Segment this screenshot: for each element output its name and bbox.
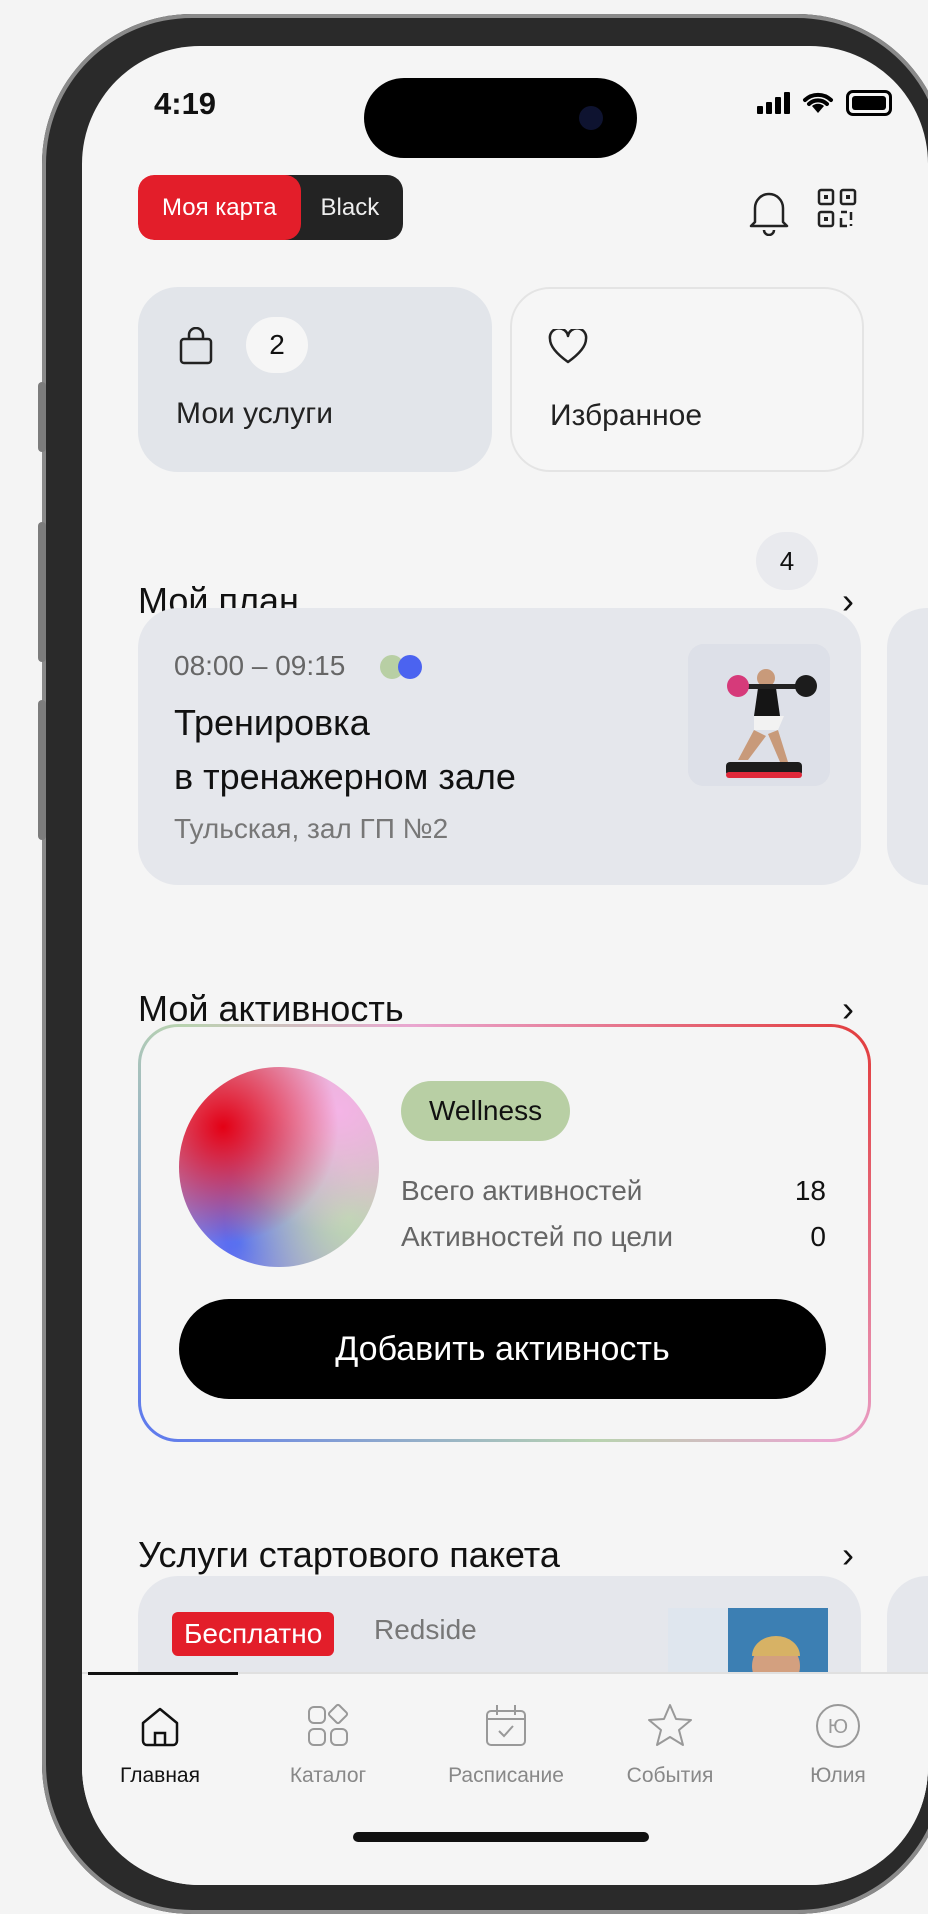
camera-icon xyxy=(579,106,603,130)
toggle-my-card[interactable]: Моя карта xyxy=(138,175,301,240)
my-services-tile[interactable]: 2 Мои услуги xyxy=(138,287,492,472)
tab-profile[interactable]: Ю Юлия xyxy=(768,1696,908,1788)
catalog-icon xyxy=(258,1696,398,1756)
favorites-label: Избранное xyxy=(550,399,703,432)
plan-location: Тульская, зал ГП №2 xyxy=(174,813,449,844)
toggle-black[interactable]: Black xyxy=(284,175,404,240)
plan-card-next[interactable] xyxy=(887,608,928,885)
shopping-bag-icon xyxy=(179,327,213,365)
battery-icon xyxy=(846,90,892,116)
starter-section-title: Услуги стартового пакета xyxy=(138,1534,560,1575)
app-screen: 4:19 Моя карта Black 2 Мои услуги Избран… xyxy=(82,46,928,1885)
tab-catalog[interactable]: Каталог xyxy=(258,1696,398,1788)
brand-label: Redside xyxy=(374,1614,477,1645)
wifi-icon xyxy=(803,92,833,113)
volume-down-button xyxy=(38,700,46,840)
tab-label: Юлия xyxy=(810,1764,866,1787)
stat-value: 18 xyxy=(794,1175,826,1206)
tab-events[interactable]: События xyxy=(600,1696,740,1788)
home-icon xyxy=(90,1696,230,1756)
status-icons xyxy=(757,90,892,116)
status-time: 4:19 xyxy=(154,86,217,121)
tab-bar: Главная Каталог Расписание События Ю Юли… xyxy=(82,1672,928,1885)
activity-orb xyxy=(179,1067,379,1267)
wellness-badge: Wellness xyxy=(401,1081,571,1141)
participants-dots-icon xyxy=(380,655,422,679)
qr-code-icon[interactable] xyxy=(817,188,857,228)
star-icon xyxy=(600,1696,740,1756)
free-badge: Бесплатно xyxy=(172,1612,335,1656)
calendar-icon xyxy=(436,1696,576,1756)
activity-chevron-icon[interactable]: › xyxy=(842,988,854,1030)
tab-label: Каталог xyxy=(289,1764,367,1787)
add-activity-button[interactable]: Добавить активность xyxy=(179,1299,826,1399)
plan-title-line1: Тренировка xyxy=(174,702,370,743)
mute-switch xyxy=(38,382,46,452)
plan-title-line2: в тренажерном зале xyxy=(174,756,516,797)
stat-label: Активностей по цели xyxy=(401,1221,673,1252)
services-label: Мои услуги xyxy=(176,397,333,430)
bell-icon[interactable] xyxy=(747,186,791,236)
tab-label: Главная xyxy=(120,1764,200,1787)
tab-home[interactable]: Главная xyxy=(90,1696,230,1788)
services-count-badge: 2 xyxy=(246,317,308,373)
tab-active-indicator xyxy=(88,1672,238,1675)
tab-label: События xyxy=(626,1764,714,1787)
tab-schedule[interactable]: Расписание xyxy=(436,1696,576,1788)
activity-card: Wellness Всего активностей 18 Активносте… xyxy=(138,1024,871,1442)
stat-row-goal: Активностей по цели 0 xyxy=(401,1221,826,1253)
tab-label: Расписание xyxy=(448,1764,564,1787)
plan-title: Тренировка в тренажерном зале xyxy=(174,696,516,804)
card-toggle[interactable]: Моя карта Black xyxy=(138,175,404,240)
stat-label: Всего активностей xyxy=(401,1175,643,1206)
volume-up-button xyxy=(38,522,46,662)
plan-time: 08:00 – 09:15 xyxy=(174,650,346,681)
workout-photo xyxy=(688,644,830,786)
plan-count-badge: 4 xyxy=(756,532,818,590)
starter-chevron-icon[interactable]: › xyxy=(842,1534,854,1576)
favorites-tile[interactable]: Избранное xyxy=(510,287,864,472)
heart-icon xyxy=(548,329,588,364)
plan-card[interactable]: 08:00 – 09:15 Тренировка в тренажерном з… xyxy=(138,608,861,885)
home-indicator[interactable] xyxy=(353,1832,649,1842)
avatar-initials: Ю xyxy=(828,1716,848,1738)
stat-row-total: Всего активностей 18 xyxy=(401,1175,826,1207)
stat-value: 0 xyxy=(810,1221,826,1252)
avatar-icon: Ю xyxy=(768,1696,908,1756)
signal-icon xyxy=(757,92,790,114)
dynamic-island xyxy=(364,78,637,158)
